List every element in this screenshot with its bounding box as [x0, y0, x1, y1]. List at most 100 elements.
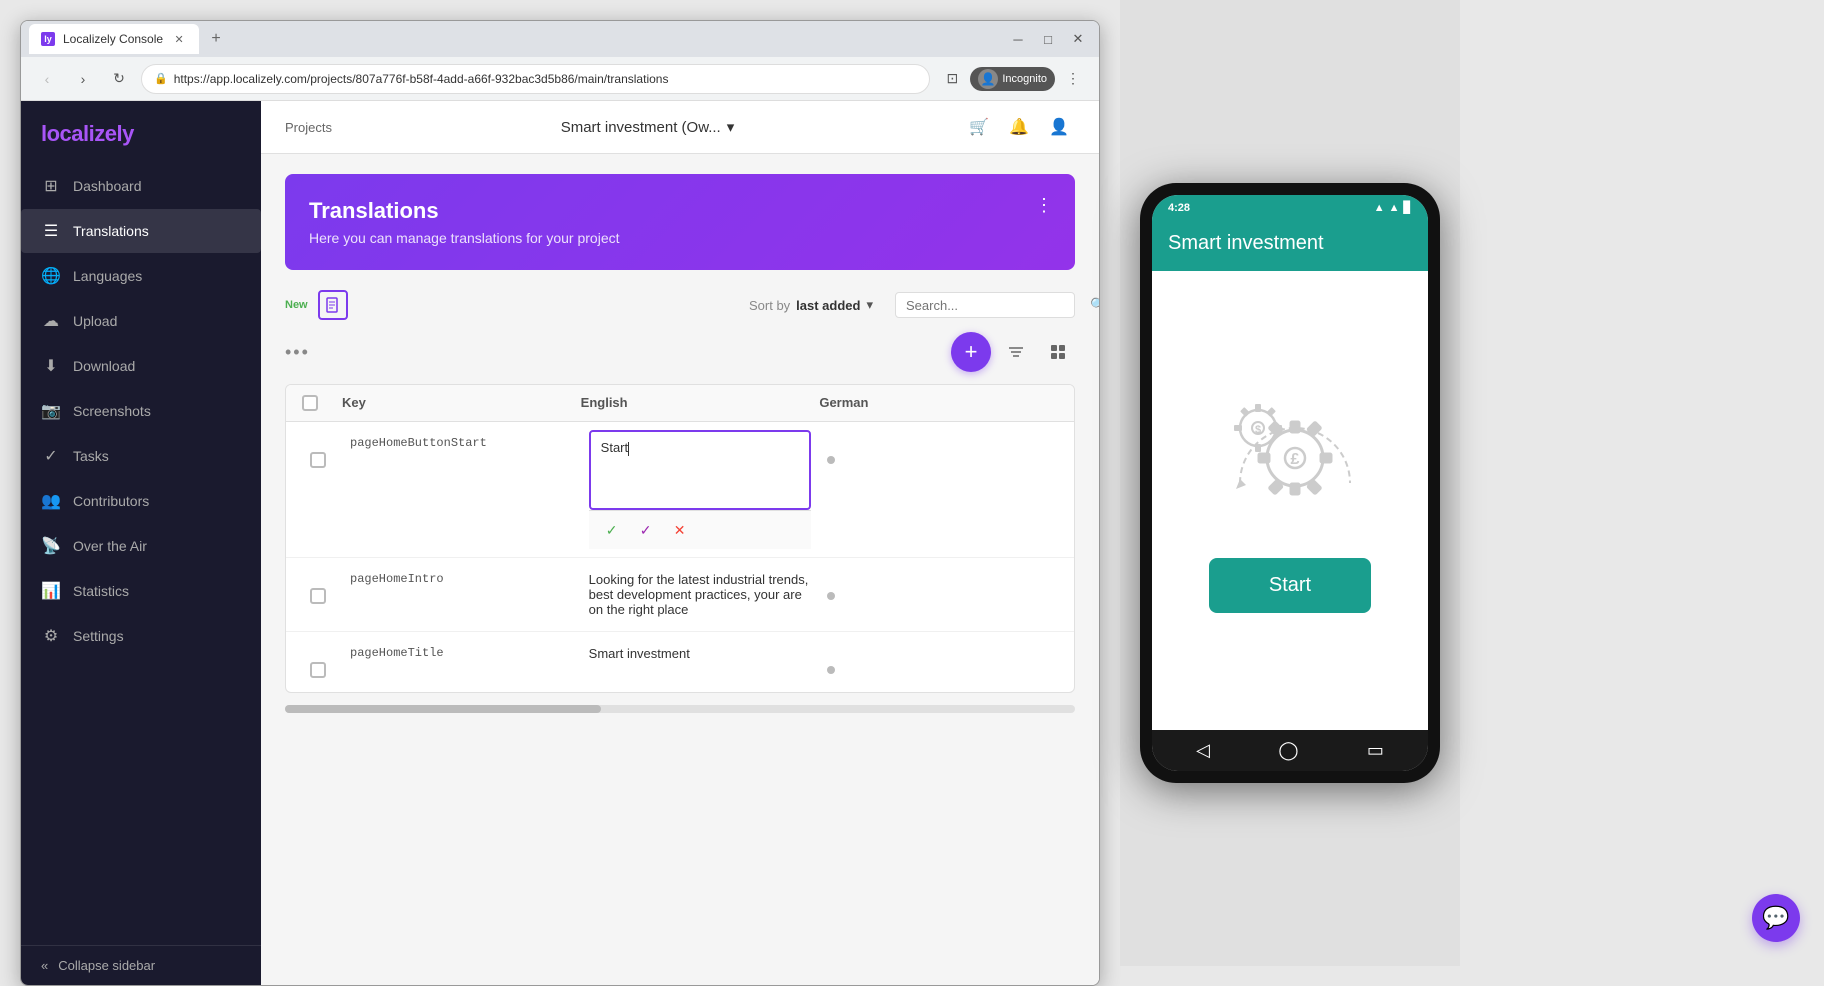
phone-back-button[interactable]: ◁: [1196, 740, 1210, 761]
maximize-button[interactable]: □: [1035, 26, 1061, 52]
sidebar-item-upload[interactable]: ☁ Upload: [21, 299, 261, 343]
select-all-checkbox[interactable]: [302, 395, 342, 411]
german-column-header: German: [819, 395, 1058, 411]
url-bar[interactable]: 🔒 https://app.localizely.com/projects/80…: [141, 64, 930, 94]
phone-time: 4:28: [1168, 202, 1190, 214]
translation-key: pageHomeIntro: [342, 558, 581, 600]
sidebar-item-settings[interactable]: ⚙ Settings: [21, 614, 261, 658]
dots-toolbar: ••• +: [285, 332, 1075, 372]
empty-indicator: [827, 666, 835, 674]
tab-favicon: ly: [41, 32, 55, 46]
sort-chevron-icon: ▾: [866, 297, 873, 313]
browser-tab[interactable]: ly Localizely Console ✕: [29, 24, 199, 54]
translation-german[interactable]: [819, 558, 1058, 614]
sidebar-item-label: Languages: [73, 268, 142, 284]
filter-view-button[interactable]: [999, 335, 1033, 369]
row-checkbox[interactable]: [302, 558, 342, 618]
mobile-preview: 4:28 ▲ ▲ ▊ Smart investment: [1120, 0, 1460, 966]
cart-button[interactable]: 🛒: [963, 111, 995, 143]
content-area: Translations Here you can manage transla…: [261, 154, 1099, 985]
row-checkbox[interactable]: [302, 632, 342, 692]
refresh-button[interactable]: ↻: [105, 65, 133, 93]
key-column-header: Key: [342, 395, 581, 411]
editor-text: Start: [601, 440, 628, 455]
project-selector[interactable]: Smart investment (Ow... ▾: [561, 118, 735, 136]
browser-window: ly Localizely Console ✕ + ─ □ ✕ ‹ › ↻ 🔒 …: [20, 20, 1100, 986]
app-layout: localizely ⊞ Dashboard ☰ Translations 🌐 …: [21, 101, 1099, 985]
contributors-icon: 👥: [41, 491, 61, 511]
phone-app-header: Smart investment: [1152, 220, 1428, 271]
more-options-button[interactable]: •••: [285, 342, 310, 363]
sort-value: last added: [796, 298, 860, 313]
back-button[interactable]: ‹: [33, 65, 61, 93]
grid-view-button[interactable]: [1041, 335, 1075, 369]
translations-icon: ☰: [41, 221, 61, 241]
cancel-button[interactable]: ✕: [667, 517, 693, 543]
translation-german[interactable]: [819, 422, 1058, 478]
phone-recents-button[interactable]: ▭: [1367, 740, 1384, 761]
top-bar: Projects Smart investment (Ow... ▾ 🛒 🔔 👤: [261, 101, 1099, 154]
add-translation-button[interactable]: +: [951, 332, 991, 372]
confirm-button[interactable]: ✓: [599, 517, 625, 543]
phone-nav-bar: ◁ ◯ ▭: [1152, 730, 1428, 771]
phone-app-title: Smart investment: [1168, 232, 1412, 255]
minimize-button[interactable]: ─: [1005, 26, 1031, 52]
translation-english[interactable]: Smart investment: [581, 632, 820, 675]
phone-start-button[interactable]: Start: [1209, 558, 1371, 613]
forward-button[interactable]: ›: [69, 65, 97, 93]
translation-english[interactable]: Looking for the latest industrial trends…: [581, 558, 820, 631]
editor-action-bar: ✓ ✓ ✕: [589, 510, 812, 549]
projects-breadcrumb: Projects: [285, 120, 332, 135]
sort-button[interactable]: Sort by last added ▾: [737, 291, 885, 319]
logo-accent: ly: [116, 121, 133, 146]
sidebar-item-tasks[interactable]: ✓ Tasks: [21, 434, 261, 478]
confirm-alt-button[interactable]: ✓: [633, 517, 659, 543]
close-button[interactable]: ✕: [1065, 26, 1091, 52]
translation-german[interactable]: [819, 632, 1058, 688]
empty-indicator: [827, 592, 835, 600]
top-actions: 🛒 🔔 👤: [963, 111, 1075, 143]
translation-english[interactable]: Start ✓ ✓ ✕: [581, 422, 820, 557]
sidebar-item-dashboard[interactable]: ⊞ Dashboard: [21, 164, 261, 208]
url-text: https://app.localizely.com/projects/807a…: [174, 72, 669, 86]
lock-icon: 🔒: [154, 72, 168, 85]
sidebar-item-download[interactable]: ⬇ Download: [21, 344, 261, 388]
sidebar-item-over-the-air[interactable]: 📡 Over the Air: [21, 524, 261, 568]
row-checkbox[interactable]: [302, 422, 342, 482]
sidebar-item-languages[interactable]: 🌐 Languages: [21, 254, 261, 298]
sidebar-item-translations[interactable]: ☰ Translations: [21, 209, 261, 253]
horizontal-scrollbar[interactable]: [285, 705, 1075, 713]
svg-text:$: $: [1255, 424, 1261, 436]
sidebar-item-statistics[interactable]: 📊 Statistics: [21, 569, 261, 613]
new-tab-button[interactable]: +: [203, 26, 229, 52]
sidebar-item-contributors[interactable]: 👥 Contributors: [21, 479, 261, 523]
table-header: Key English German: [286, 385, 1074, 422]
banner-menu-button[interactable]: ⋮: [1029, 190, 1059, 220]
user-profile-button[interactable]: 👤: [1043, 111, 1075, 143]
text-editor[interactable]: Start: [589, 430, 812, 510]
extensions-button[interactable]: ⊡: [938, 65, 966, 93]
sidebar-item-label: Statistics: [73, 583, 129, 599]
search-input[interactable]: [906, 298, 1082, 313]
statistics-icon: 📊: [41, 581, 61, 601]
tab-bar: ly Localizely Console ✕ + ─ □ ✕: [21, 21, 1099, 57]
scrollbar-thumb[interactable]: [285, 705, 601, 713]
project-name: Smart investment (Ow...: [561, 119, 721, 136]
globe-icon: 🌐: [41, 266, 61, 286]
upload-icon: ☁: [41, 311, 61, 331]
empty-indicator: [827, 456, 835, 464]
tab-close-button[interactable]: ✕: [171, 31, 187, 47]
phone-home-button[interactable]: ◯: [1278, 740, 1298, 761]
new-file-button[interactable]: [318, 290, 348, 320]
banner-subtitle: Here you can manage translations for you…: [309, 230, 1051, 246]
translations-banner: Translations Here you can manage transla…: [285, 174, 1075, 270]
notifications-button[interactable]: 🔔: [1003, 111, 1035, 143]
download-icon: ⬇: [41, 356, 61, 376]
sidebar-item-screenshots[interactable]: 📷 Screenshots: [21, 389, 261, 433]
sidebar-item-label: Settings: [73, 628, 124, 644]
menu-button[interactable]: ⋮: [1059, 65, 1087, 93]
table-row: pageHomeIntro Looking for the latest ind…: [286, 558, 1074, 632]
tasks-icon: ✓: [41, 446, 61, 466]
incognito-label: Incognito: [1002, 73, 1047, 85]
incognito-badge: 👤 Incognito: [970, 67, 1055, 91]
